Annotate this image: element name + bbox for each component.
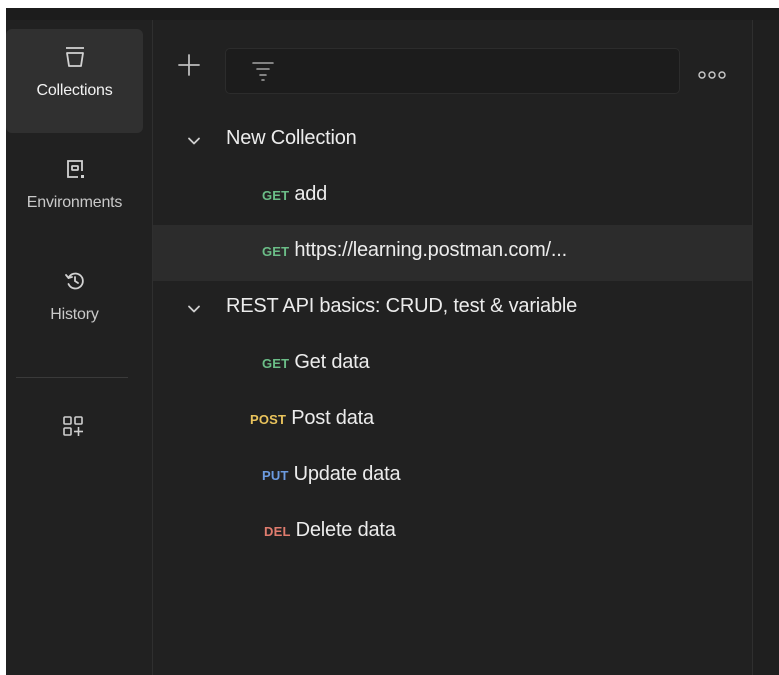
plus-icon[interactable] [176, 52, 202, 78]
collection-name: REST API basics: CRUD, test & variable [226, 295, 578, 317]
editor-pane [753, 20, 779, 675]
request-row[interactable]: GET add [153, 169, 752, 225]
rail-divider [16, 377, 128, 378]
method-badge: DEL [264, 524, 291, 539]
request-row[interactable]: GET Get data [153, 337, 752, 393]
history-icon [6, 269, 143, 293]
request-row-selected[interactable]: GET https://learning.postman.com/... [153, 225, 752, 281]
chevron-down-icon[interactable] [187, 134, 201, 148]
rail-item-history[interactable]: History [6, 253, 143, 357]
request-row[interactable]: DEL Delete data [153, 505, 752, 561]
filter-icon [252, 61, 274, 81]
request-row[interactable]: PUT Update data [153, 449, 752, 505]
collection-row-new-collection[interactable]: New Collection [153, 113, 752, 169]
collections-sidebar: New Collection GET add GET https://learn… [153, 20, 753, 675]
request-name: add [294, 183, 328, 205]
method-badge: PUT [262, 468, 289, 483]
add-apps-icon[interactable] [58, 415, 88, 445]
request-row[interactable]: POST Post data [153, 393, 752, 449]
request-name: Get data [294, 351, 370, 373]
collection-name: New Collection [226, 127, 357, 149]
top-bar [6, 8, 779, 20]
left-rail: Collections Environments History [6, 20, 153, 675]
rail-item-environments[interactable]: Environments [6, 141, 143, 245]
rail-label-collections: Collections [36, 82, 113, 99]
collections-icon [6, 45, 143, 69]
rail-label-environments: Environments [26, 194, 123, 211]
request-name: Post data [291, 407, 374, 429]
request-name: Delete data [295, 519, 396, 541]
more-options-icon[interactable] [697, 67, 727, 79]
method-badge: GET [262, 244, 290, 259]
method-badge: GET [262, 356, 290, 371]
environments-icon [6, 157, 143, 181]
request-name: Update data [293, 463, 401, 485]
request-name: https://learning.postman.com/... [294, 239, 567, 261]
method-badge: GET [262, 188, 290, 203]
collection-row-rest-api-basics[interactable]: REST API basics: CRUD, test & variable [153, 281, 752, 337]
app-window: Collections Environments History New Col… [6, 8, 779, 675]
rail-item-collections[interactable]: Collections [6, 29, 143, 133]
chevron-down-icon[interactable] [187, 302, 201, 316]
method-badge: POST [250, 412, 287, 427]
filter-input[interactable] [225, 48, 680, 94]
rail-label-history: History [50, 306, 99, 323]
